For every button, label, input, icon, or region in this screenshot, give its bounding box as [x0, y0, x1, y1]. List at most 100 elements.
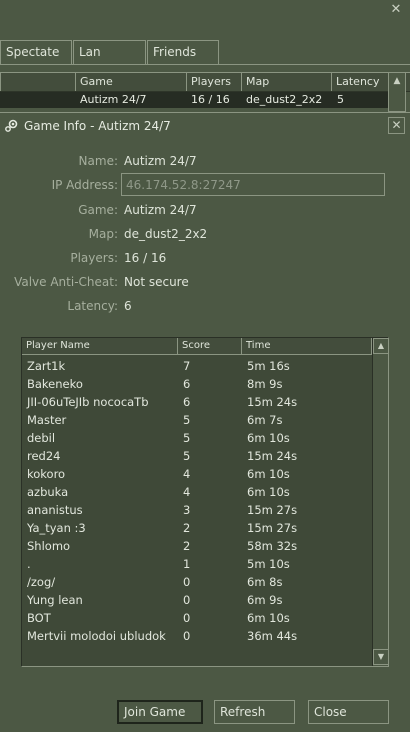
player-time: 15m 27s [247, 521, 298, 535]
player-row[interactable]: kokoro 4 6m 10s [22, 464, 372, 482]
scroll-up-icon[interactable]: ▲ [373, 338, 388, 354]
player-score: 0 [183, 575, 191, 589]
latency-value: 6 [124, 299, 132, 313]
player-time: 6m 7s [247, 413, 283, 427]
player-time: 15m 27s [247, 503, 298, 517]
player-row[interactable]: ananistus 3 15m 27s [22, 500, 372, 518]
player-name: Yung lean [27, 593, 83, 607]
player-rows: Zart1k 7 5m 16s Bakeneko 6 8m 9s JII-06uTeJIb … [22, 356, 372, 644]
server-row-map: de_dust2_2x2 [246, 93, 323, 106]
player-row[interactable]: Mertvii molodoi ubludok 0 36m 44s [22, 626, 372, 644]
player-score: 1 [183, 557, 191, 571]
player-score: 2 [183, 521, 191, 535]
server-row[interactable]: Autizm 24/7 16 / 16 de_dust2_2x2 5 [0, 92, 388, 108]
player-row[interactable]: Yung lean 0 6m 9s [22, 590, 372, 608]
player-time: 8m 9s [247, 377, 283, 391]
steam-icon [5, 119, 18, 132]
player-time: 15m 24s [247, 449, 298, 463]
server-list-header: Game Players Map Latency [0, 72, 410, 92]
player-list[interactable]: Player Name Score Time Zart1k 7 5m 16s Bake… [21, 337, 389, 667]
column-player-name[interactable]: Player Name [22, 338, 178, 355]
player-row[interactable]: Bakeneko 6 8m 9s [22, 374, 372, 392]
map-value: de_dust2_2x2 [124, 227, 208, 241]
player-name: Bakeneko [27, 377, 83, 391]
player-score: 5 [183, 431, 191, 445]
player-score: 0 [183, 593, 191, 607]
player-score: 5 [183, 413, 191, 427]
players-label: Players: [70, 251, 118, 265]
player-score: 0 [183, 629, 191, 643]
server-list-scroll-up-icon[interactable]: ▲ [388, 72, 406, 112]
tab-lan[interactable]: Lan [73, 40, 146, 64]
player-time: 6m 10s [247, 467, 290, 481]
column-time[interactable]: Time [242, 338, 372, 355]
player-score: 4 [183, 467, 191, 481]
dialog-title: Game Info - Autizm 24/7 [24, 119, 171, 133]
scroll-down-icon[interactable]: ▼ [373, 649, 388, 665]
column-players[interactable]: Players [186, 73, 241, 91]
player-row[interactable]: Zart1k 7 5m 16s [22, 356, 372, 374]
player-score: 4 [183, 485, 191, 499]
player-score: 6 [183, 395, 191, 409]
player-row[interactable]: . 1 5m 10s [22, 554, 372, 572]
tab-friends[interactable]: Friends [147, 40, 219, 64]
tab-divider [0, 64, 410, 65]
tab-spectate[interactable]: Spectate [0, 40, 72, 64]
player-row[interactable]: debil 5 6m 10s [22, 428, 372, 446]
player-name: kokoro [27, 467, 66, 481]
player-row[interactable]: /zog/0 6m 8s [22, 572, 372, 590]
server-row-players: 16 / 16 [191, 93, 230, 106]
player-score: 7 [183, 359, 191, 373]
vac-label: Valve Anti-Cheat: [14, 275, 118, 289]
player-score: 2 [183, 539, 191, 553]
join-game-button[interactable]: Join Game [117, 700, 203, 724]
player-name: Shlomo [27, 539, 71, 553]
player-score: 3 [183, 503, 191, 517]
player-name: Mertvii molodoi ubludok [27, 629, 166, 643]
refresh-button[interactable]: Refresh [214, 700, 295, 724]
player-time: 6m 10s [247, 431, 290, 445]
name-label: Name: [78, 154, 118, 168]
player-row[interactable]: azbuka 4 6m 10s [22, 482, 372, 500]
column-spacer [0, 73, 75, 91]
player-list-scrollbar[interactable]: ▲ ▼ [372, 338, 388, 666]
player-time: 5m 10s [247, 557, 290, 571]
player-name: . [27, 557, 31, 571]
player-time: 15m 24s [247, 395, 298, 409]
dialog-close-icon[interactable]: ✕ [388, 117, 405, 134]
player-time: 6m 9s [247, 593, 283, 607]
player-score: 5 [183, 449, 191, 463]
player-time: 58m 32s [247, 539, 298, 553]
map-label: Map: [88, 227, 118, 241]
player-time: 6m 10s [247, 611, 290, 625]
player-time: 5m 16s [247, 359, 290, 373]
player-row[interactable]: BOT 0 6m 10s [22, 608, 372, 626]
player-row[interactable]: Master 5 6m 7s [22, 410, 372, 428]
player-name: red24 [27, 449, 61, 463]
column-game[interactable]: Game [75, 73, 186, 91]
game-value: Autizm 24/7 [124, 203, 197, 217]
browser-close-icon[interactable]: ✕ [388, 2, 404, 18]
player-name: Ya_tyan :3 [27, 521, 86, 535]
player-name: JII-06uTeJIb nococaTb [27, 395, 149, 409]
server-row-game: Autizm 24/7 [80, 93, 147, 106]
player-row[interactable]: Shlomo 2 58m 32s [22, 536, 372, 554]
player-list-header: Player Name Score Time [22, 338, 372, 355]
name-value: Autizm 24/7 [124, 154, 197, 168]
player-score: 6 [183, 377, 191, 391]
column-map[interactable]: Map [241, 73, 331, 91]
player-name: Zart1k [27, 359, 66, 373]
player-row[interactable]: Ya_tyan :3 2 15m 27s [22, 518, 372, 536]
player-name: BOT [27, 611, 51, 625]
player-name: Master [27, 413, 67, 427]
player-score: 0 [183, 611, 191, 625]
player-name: /zog/ [27, 575, 56, 589]
player-row[interactable]: JII-06uTeJIb nococaTb 6 15m 24s [22, 392, 372, 410]
ip-address-field[interactable]: 46.174.52.8:27247 [121, 173, 385, 196]
close-button[interactable]: Close [308, 700, 389, 724]
ip-label: IP Address: [51, 178, 118, 192]
player-row[interactable]: red24 5 15m 24s [22, 446, 372, 464]
column-score[interactable]: Score [178, 338, 242, 355]
latency-label: Latency: [67, 299, 118, 313]
column-latency[interactable]: Latency [331, 73, 388, 91]
